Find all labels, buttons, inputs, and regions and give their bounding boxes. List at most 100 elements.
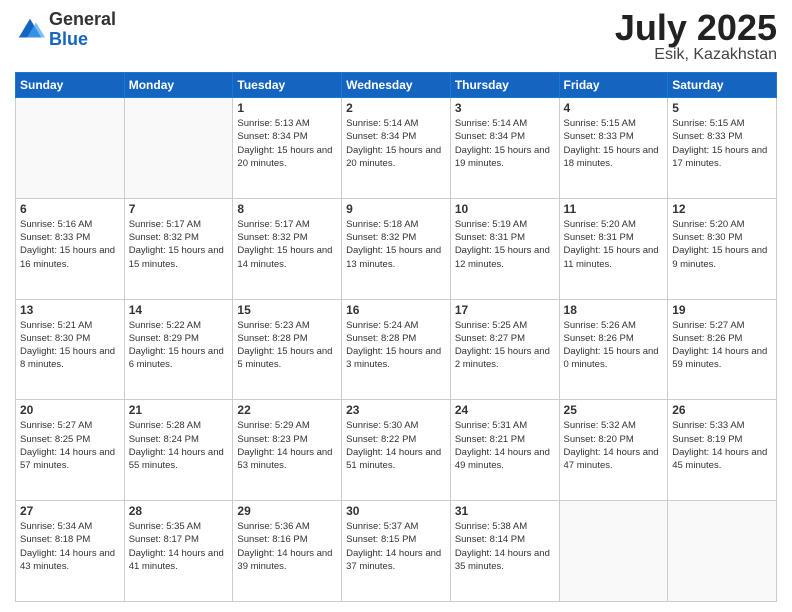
week-row-2: 6Sunrise: 5:16 AM Sunset: 8:33 PM Daylig…: [16, 198, 777, 299]
day-number: 28: [129, 504, 229, 518]
calendar-cell: 28 Sunrise: 5:35 AM Sunset: 8:17 PM Dayli…: [124, 501, 233, 602]
day-info: Sunrise: 5:17 AM Sunset: 8:32 PM Dayligh…: [237, 218, 337, 271]
calendar-cell: 11 Sunrise: 5:20 AM Sunset: 8:31 PM Dayli…: [559, 198, 668, 299]
calendar-cell: 20Sunrise: 5:27 AM Sunset: 8:25 PM Dayli…: [16, 400, 125, 501]
calendar-cell: [124, 98, 233, 199]
day-number: 15: [237, 303, 337, 317]
day-info: Sunrise: 5:24 AM Sunset: 8:28 PM Dayligh…: [346, 319, 446, 372]
day-number: 22: [237, 403, 337, 417]
logo-icon: [15, 15, 45, 45]
header-saturday: Saturday: [668, 73, 777, 98]
logo: General Blue: [15, 10, 116, 50]
day-number: 9: [346, 202, 446, 216]
calendar-cell: [559, 501, 668, 602]
day-info: Sunrise: 5:21 AM Sunset: 8:30 PM Dayligh…: [20, 319, 120, 372]
logo-blue: Blue: [49, 30, 116, 50]
calendar-cell: 8 Sunrise: 5:17 AM Sunset: 8:32 PM Daylig…: [233, 198, 342, 299]
day-number: 11: [564, 202, 664, 216]
calendar-cell: 6Sunrise: 5:16 AM Sunset: 8:33 PM Daylig…: [16, 198, 125, 299]
day-info: Sunrise: 5:22 AM Sunset: 8:29 PM Dayligh…: [129, 319, 229, 372]
title-section: July 2025 Esik, Kazakhstan: [615, 10, 777, 64]
day-info: Sunrise: 5:15 AM Sunset: 8:33 PM Dayligh…: [564, 117, 664, 170]
week-row-1: 1Sunrise: 5:13 AM Sunset: 8:34 PM Daylig…: [16, 98, 777, 199]
calendar-cell: 19 Sunrise: 5:27 AM Sunset: 8:26 PM Dayli…: [668, 299, 777, 400]
calendar-cell: 14 Sunrise: 5:22 AM Sunset: 8:29 PM Dayli…: [124, 299, 233, 400]
day-number: 19: [672, 303, 772, 317]
week-row-4: 20Sunrise: 5:27 AM Sunset: 8:25 PM Dayli…: [16, 400, 777, 501]
header: General Blue July 2025 Esik, Kazakhstan: [15, 10, 777, 64]
day-number: 21: [129, 403, 229, 417]
day-info: Sunrise: 5:31 AM Sunset: 8:21 PM Dayligh…: [455, 419, 555, 472]
day-number: 31: [455, 504, 555, 518]
calendar-cell: 23 Sunrise: 5:30 AM Sunset: 8:22 PM Dayli…: [342, 400, 451, 501]
calendar-cell: 5Sunrise: 5:15 AM Sunset: 8:33 PM Daylig…: [668, 98, 777, 199]
header-wednesday: Wednesday: [342, 73, 451, 98]
day-info: Sunrise: 5:25 AM Sunset: 8:27 PM Dayligh…: [455, 319, 555, 372]
day-info: Sunrise: 5:36 AM Sunset: 8:16 PM Dayligh…: [237, 520, 337, 573]
logo-text: General Blue: [49, 10, 116, 50]
day-info: Sunrise: 5:30 AM Sunset: 8:22 PM Dayligh…: [346, 419, 446, 472]
day-number: 5: [672, 101, 772, 115]
day-info: Sunrise: 5:23 AM Sunset: 8:28 PM Dayligh…: [237, 319, 337, 372]
day-info: Sunrise: 5:38 AM Sunset: 8:14 PM Dayligh…: [455, 520, 555, 573]
day-info: Sunrise: 5:19 AM Sunset: 8:31 PM Dayligh…: [455, 218, 555, 271]
day-number: 7: [129, 202, 229, 216]
calendar-cell: 16Sunrise: 5:24 AM Sunset: 8:28 PM Dayli…: [342, 299, 451, 400]
day-number: 10: [455, 202, 555, 216]
day-number: 8: [237, 202, 337, 216]
day-info: Sunrise: 5:27 AM Sunset: 8:26 PM Dayligh…: [672, 319, 772, 372]
header-monday: Monday: [124, 73, 233, 98]
week-row-5: 27 Sunrise: 5:34 AM Sunset: 8:18 PM Dayli…: [16, 501, 777, 602]
day-number: 14: [129, 303, 229, 317]
day-number: 26: [672, 403, 772, 417]
day-number: 6: [20, 202, 120, 216]
day-info: Sunrise: 5:34 AM Sunset: 8:18 PM Dayligh…: [20, 520, 120, 573]
calendar-cell: 22Sunrise: 5:29 AM Sunset: 8:23 PM Dayli…: [233, 400, 342, 501]
day-number: 1: [237, 101, 337, 115]
calendar-cell: 30 Sunrise: 5:37 AM Sunset: 8:15 PM Dayli…: [342, 501, 451, 602]
calendar-cell: 9 Sunrise: 5:18 AM Sunset: 8:32 PM Daylig…: [342, 198, 451, 299]
header-tuesday: Tuesday: [233, 73, 342, 98]
calendar-body: 1Sunrise: 5:13 AM Sunset: 8:34 PM Daylig…: [16, 98, 777, 602]
day-number: 30: [346, 504, 446, 518]
calendar-cell: 13Sunrise: 5:21 AM Sunset: 8:30 PM Dayli…: [16, 299, 125, 400]
day-info: Sunrise: 5:18 AM Sunset: 8:32 PM Dayligh…: [346, 218, 446, 271]
calendar-cell: 18 Sunrise: 5:26 AM Sunset: 8:26 PM Dayli…: [559, 299, 668, 400]
calendar-cell: 3 Sunrise: 5:14 AM Sunset: 8:34 PM Daylig…: [450, 98, 559, 199]
day-number: 12: [672, 202, 772, 216]
day-number: 17: [455, 303, 555, 317]
day-number: 29: [237, 504, 337, 518]
day-number: 25: [564, 403, 664, 417]
calendar-cell: 2Sunrise: 5:14 AM Sunset: 8:34 PM Daylig…: [342, 98, 451, 199]
header-friday: Friday: [559, 73, 668, 98]
day-info: Sunrise: 5:32 AM Sunset: 8:20 PM Dayligh…: [564, 419, 664, 472]
calendar-cell: 1Sunrise: 5:13 AM Sunset: 8:34 PM Daylig…: [233, 98, 342, 199]
calendar-cell: 15 Sunrise: 5:23 AM Sunset: 8:28 PM Dayli…: [233, 299, 342, 400]
day-info: Sunrise: 5:14 AM Sunset: 8:34 PM Dayligh…: [346, 117, 446, 170]
day-number: 23: [346, 403, 446, 417]
calendar-cell: 10 Sunrise: 5:19 AM Sunset: 8:31 PM Dayli…: [450, 198, 559, 299]
day-info: Sunrise: 5:26 AM Sunset: 8:26 PM Dayligh…: [564, 319, 664, 372]
calendar-cell: 21Sunrise: 5:28 AM Sunset: 8:24 PM Dayli…: [124, 400, 233, 501]
day-number: 27: [20, 504, 120, 518]
calendar-cell: 27 Sunrise: 5:34 AM Sunset: 8:18 PM Dayli…: [16, 501, 125, 602]
day-number: 20: [20, 403, 120, 417]
day-number: 3: [455, 101, 555, 115]
day-info: Sunrise: 5:14 AM Sunset: 8:34 PM Dayligh…: [455, 117, 555, 170]
calendar-cell: 4 Sunrise: 5:15 AM Sunset: 8:33 PM Daylig…: [559, 98, 668, 199]
day-number: 4: [564, 101, 664, 115]
header-row: Sunday Monday Tuesday Wednesday Thursday…: [16, 73, 777, 98]
day-info: Sunrise: 5:20 AM Sunset: 8:31 PM Dayligh…: [564, 218, 664, 271]
header-sunday: Sunday: [16, 73, 125, 98]
week-row-3: 13Sunrise: 5:21 AM Sunset: 8:30 PM Dayli…: [16, 299, 777, 400]
day-number: 18: [564, 303, 664, 317]
calendar-cell: 24 Sunrise: 5:31 AM Sunset: 8:21 PM Dayli…: [450, 400, 559, 501]
day-info: Sunrise: 5:35 AM Sunset: 8:17 PM Dayligh…: [129, 520, 229, 573]
day-number: 24: [455, 403, 555, 417]
calendar-cell: 26 Sunrise: 5:33 AM Sunset: 8:19 PM Dayli…: [668, 400, 777, 501]
calendar-cell: [16, 98, 125, 199]
calendar-table: Sunday Monday Tuesday Wednesday Thursday…: [15, 72, 777, 602]
day-info: Sunrise: 5:37 AM Sunset: 8:15 PM Dayligh…: [346, 520, 446, 573]
calendar-cell: 7Sunrise: 5:17 AM Sunset: 8:32 PM Daylig…: [124, 198, 233, 299]
day-info: Sunrise: 5:33 AM Sunset: 8:19 PM Dayligh…: [672, 419, 772, 472]
